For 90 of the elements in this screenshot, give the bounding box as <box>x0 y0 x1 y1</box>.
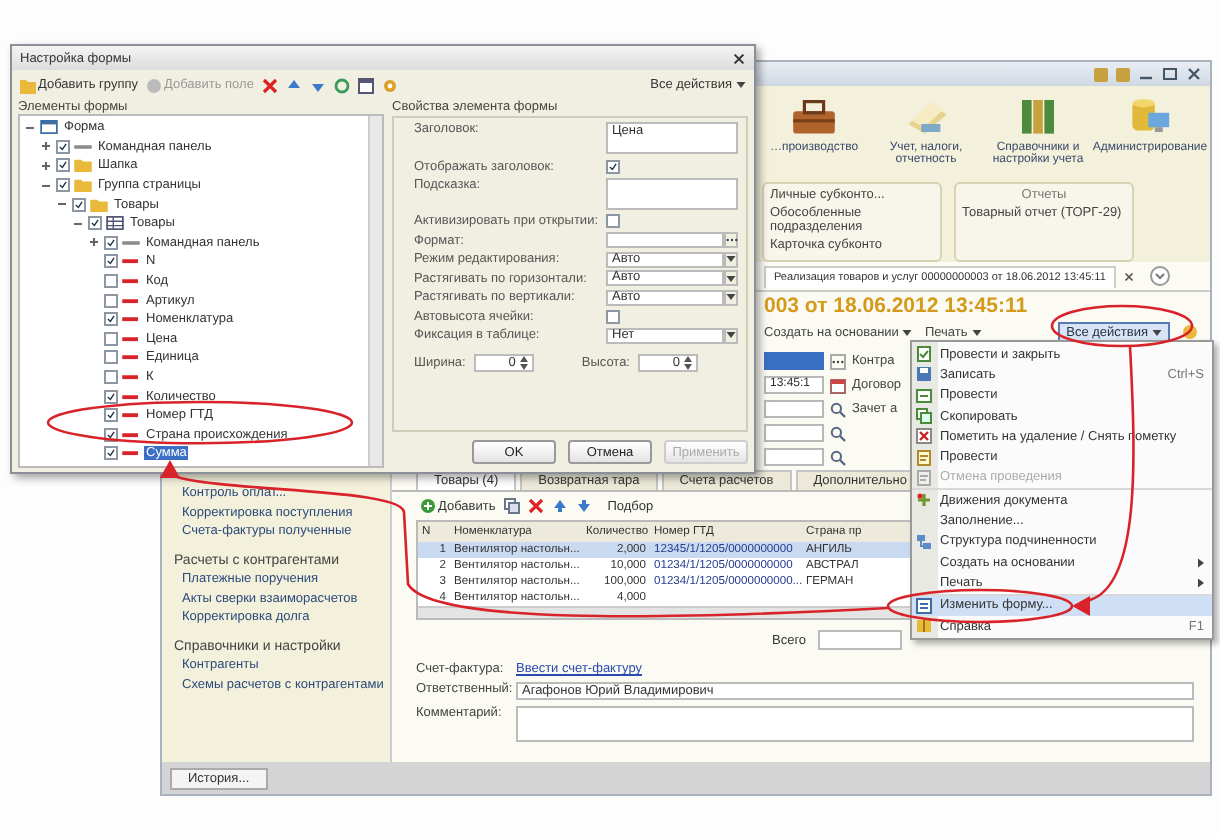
structure-icon <box>916 533 932 550</box>
document-icon <box>916 469 932 486</box>
checkbox[interactable] <box>104 312 118 327</box>
input-field[interactable] <box>764 352 824 370</box>
checkbox[interactable] <box>606 214 620 229</box>
search-icon[interactable] <box>830 401 846 417</box>
document-heading: 003 от 18.06.2012 13:45:11 <box>764 294 1028 318</box>
checkbox[interactable] <box>56 139 70 154</box>
scrollbar[interactable] <box>368 116 382 466</box>
checkbox[interactable] <box>56 178 70 193</box>
close-icon[interactable] <box>1186 66 1202 82</box>
delete-icon <box>916 428 932 445</box>
input-field[interactable] <box>606 232 724 249</box>
checkbox[interactable] <box>606 309 620 324</box>
highlight-ellipse <box>1050 304 1194 348</box>
search-icon[interactable] <box>830 449 846 465</box>
calendar-icon[interactable] <box>830 377 846 393</box>
plus-icon <box>420 498 436 514</box>
toolbox-icon <box>790 94 838 138</box>
copy-icon[interactable] <box>503 498 520 514</box>
table-icon <box>106 216 124 231</box>
checkbox[interactable] <box>88 216 102 231</box>
checkbox[interactable] <box>104 235 118 250</box>
arrow-down-icon[interactable] <box>575 498 592 514</box>
checkbox[interactable] <box>72 197 86 212</box>
caret-icon <box>971 329 982 335</box>
save-icon <box>916 366 932 383</box>
dropdown-button[interactable] <box>724 289 738 306</box>
panel-icon <box>74 139 92 154</box>
refresh-icon[interactable] <box>333 77 350 93</box>
expand-toggle[interactable] <box>40 159 52 172</box>
checkbox[interactable] <box>104 350 118 365</box>
collapse-toggle[interactable] <box>24 121 36 134</box>
delete-icon[interactable] <box>527 498 544 514</box>
expand-toggle[interactable] <box>88 236 100 249</box>
comment-field[interactable] <box>516 706 1194 742</box>
caret-icon <box>726 294 736 301</box>
input-field[interactable] <box>764 400 824 418</box>
post-icon <box>916 387 932 404</box>
form-icon <box>40 120 58 135</box>
checkbox[interactable] <box>104 446 118 461</box>
copy-icon <box>916 408 932 425</box>
search-icon[interactable] <box>830 425 846 441</box>
arrow-up-icon[interactable] <box>551 498 568 514</box>
arrow-up-icon[interactable] <box>285 77 302 93</box>
help-icon <box>916 618 932 634</box>
select-button[interactable] <box>724 232 738 249</box>
checkbox[interactable] <box>104 331 118 346</box>
collapse-toggle[interactable] <box>56 198 68 211</box>
window-icon[interactable] <box>357 77 374 93</box>
caret-icon <box>1152 329 1162 335</box>
document-icon <box>916 449 932 466</box>
database-icon <box>1126 94 1174 138</box>
checkbox[interactable] <box>104 408 118 423</box>
maximize-icon[interactable] <box>1162 66 1178 82</box>
dropdown-button[interactable] <box>724 270 738 287</box>
checkbox[interactable] <box>104 370 118 385</box>
close-icon[interactable] <box>1121 269 1136 283</box>
circle-icon <box>146 77 162 93</box>
caret-icon <box>726 275 736 282</box>
input-field[interactable] <box>764 424 824 442</box>
spin-arrows-icon <box>519 356 528 370</box>
folder-icon <box>20 77 36 93</box>
help-icon[interactable] <box>1182 324 1198 340</box>
checkbox[interactable] <box>104 293 118 308</box>
checkbox[interactable] <box>104 274 118 289</box>
delete-icon[interactable] <box>261 77 278 93</box>
document-icon <box>916 346 932 363</box>
caret-icon <box>736 82 746 88</box>
total-field <box>818 630 903 650</box>
expand-toggle[interactable] <box>40 140 52 153</box>
dropdown-button[interactable] <box>724 251 738 268</box>
movements-icon <box>916 492 932 509</box>
checkbox[interactable] <box>606 159 620 174</box>
collapse-toggle[interactable] <box>40 179 52 192</box>
collapse-toggle[interactable] <box>72 217 84 230</box>
form-icon <box>916 597 932 614</box>
dropdown-button[interactable] <box>724 327 738 344</box>
caret-icon <box>902 329 913 335</box>
ellipsis-icon <box>725 238 737 243</box>
chevron-down-icon[interactable] <box>1149 266 1170 286</box>
close-icon[interactable] <box>732 51 746 65</box>
panel-icon <box>122 235 140 250</box>
input-field[interactable] <box>764 448 824 466</box>
checkbox[interactable] <box>104 254 118 269</box>
select-button[interactable] <box>830 353 846 369</box>
spin-arrows-icon <box>684 356 692 370</box>
checkbox[interactable] <box>104 389 118 404</box>
checkbox[interactable] <box>56 158 70 173</box>
caret-icon <box>726 332 736 339</box>
